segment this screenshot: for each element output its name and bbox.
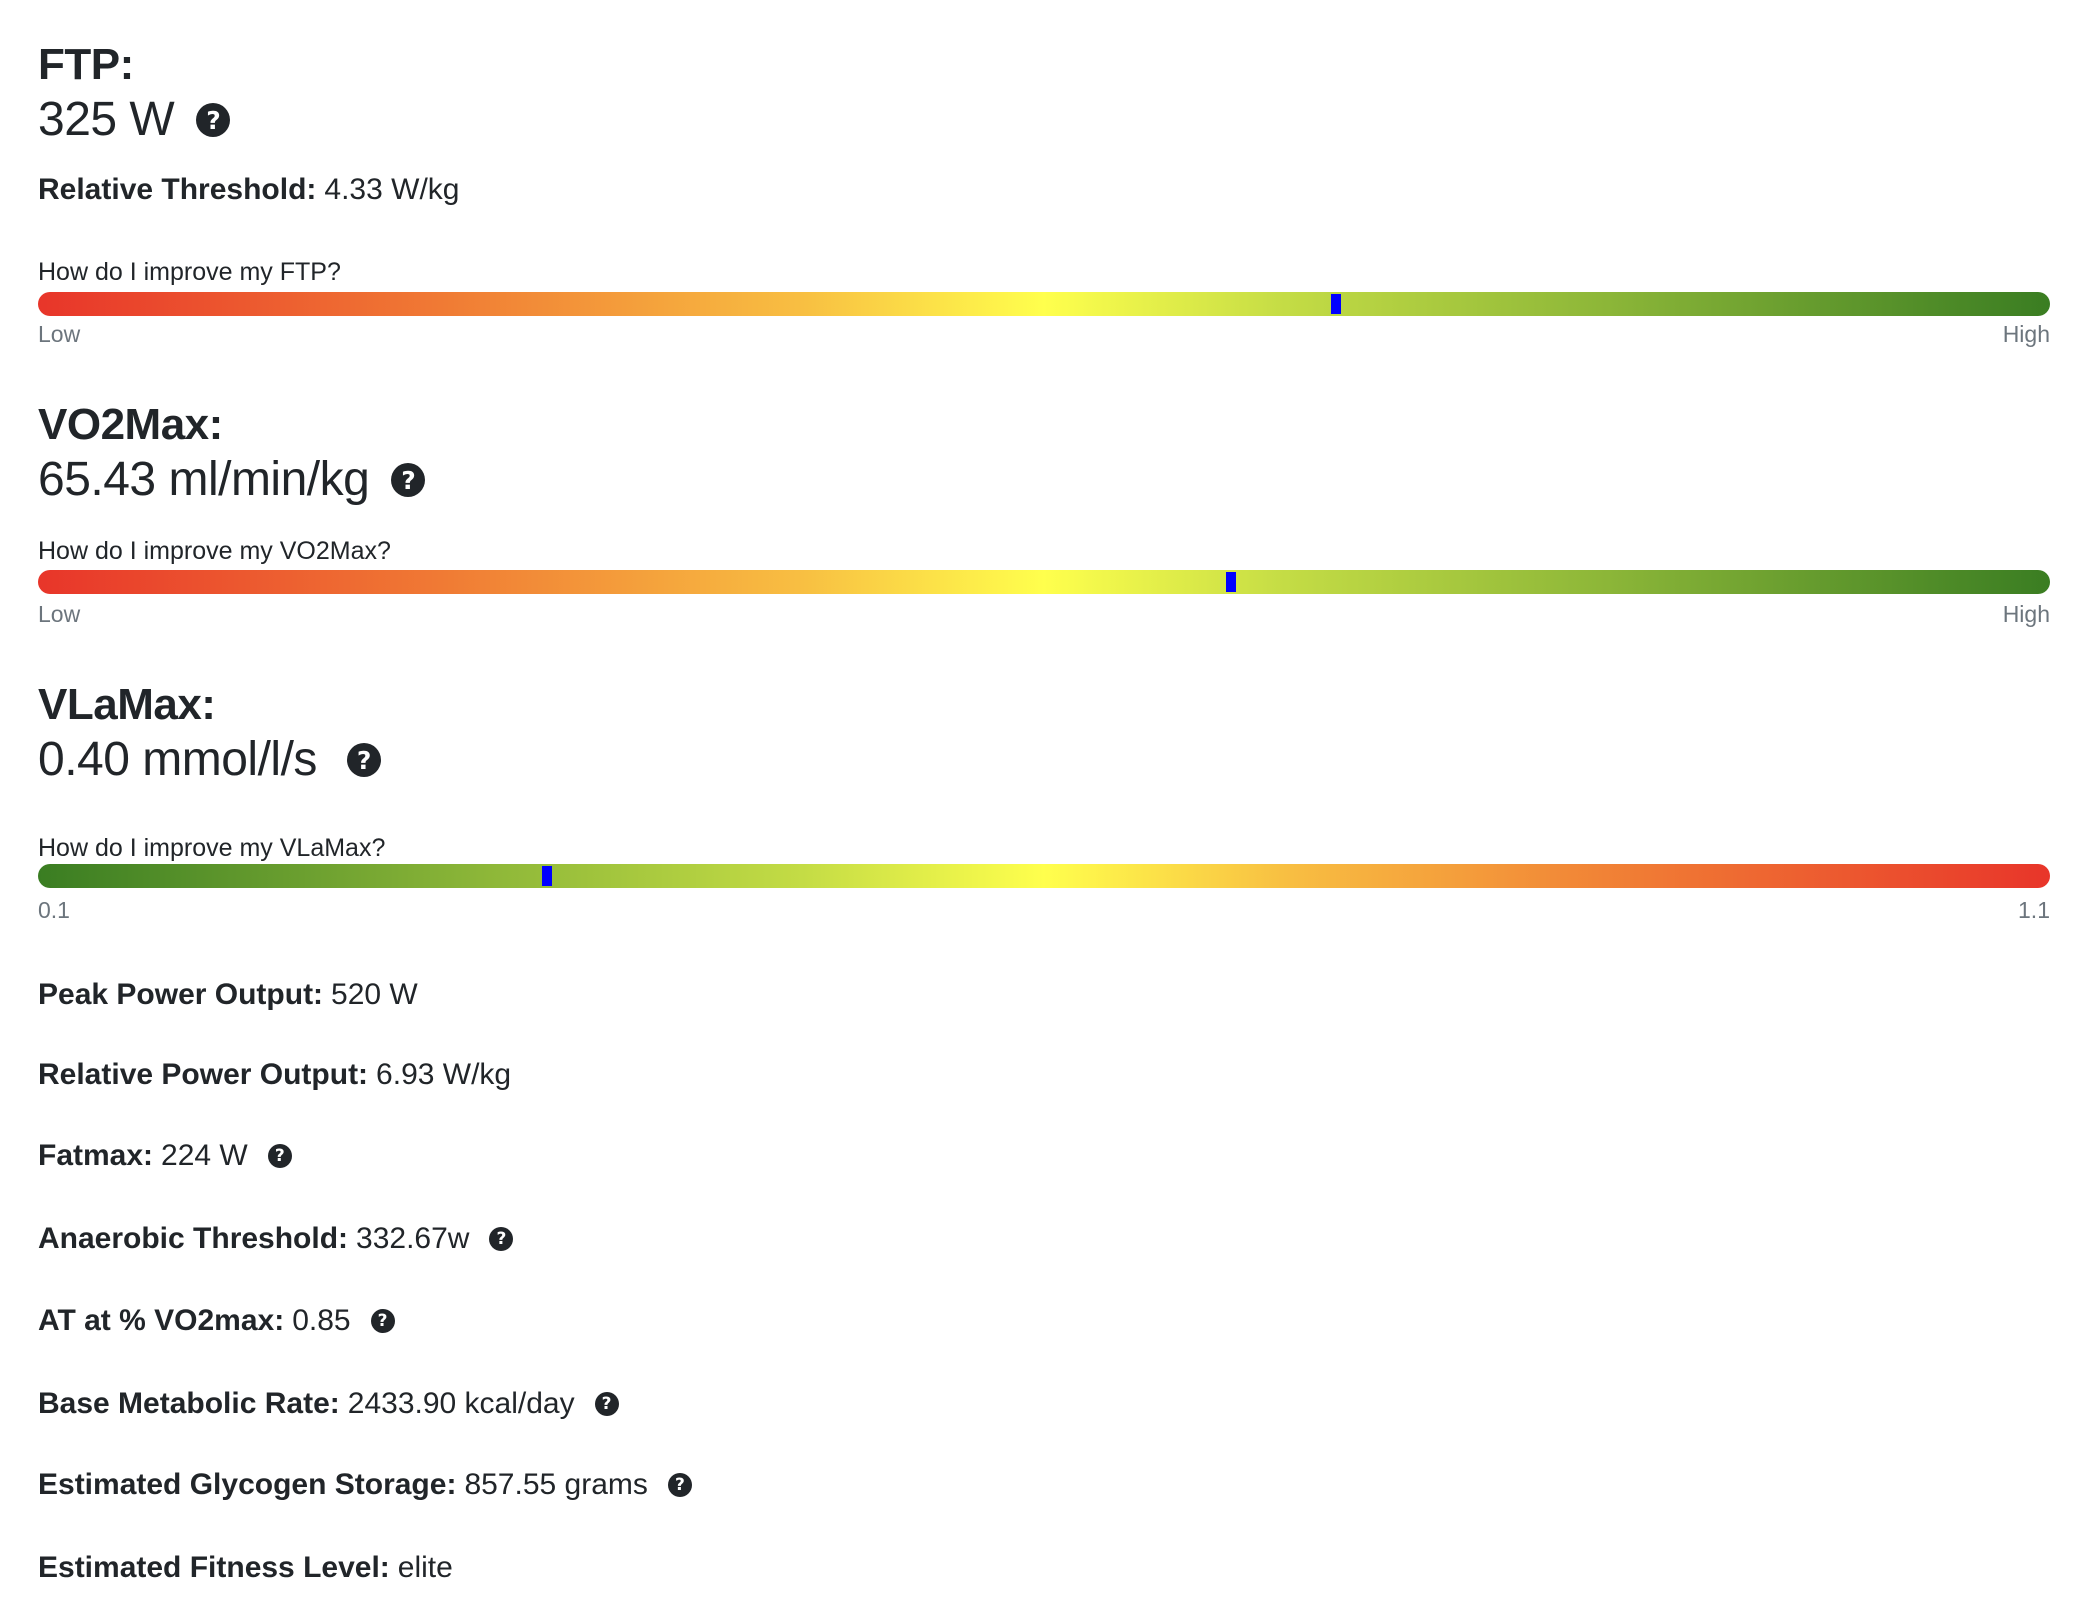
ftp-scale-bar: [38, 292, 2050, 316]
stat-row: Relative Power Output: 6.93 W/kg: [38, 1060, 511, 1090]
vo2max-scale-min: Low: [38, 601, 81, 627]
stat-value: 857.55 grams: [464, 1468, 648, 1501]
vlamax-value-row: 0.40 mmol/l/s ?: [38, 736, 381, 784]
relative-threshold-label: Relative Threshold:: [38, 173, 317, 206]
vo2max-value: 65.43 ml/min/kg: [38, 453, 370, 506]
stat-row: Estimated Glycogen Storage: 857.55 grams?: [38, 1470, 692, 1500]
question-circle-icon[interactable]: ?: [267, 1144, 292, 1168]
stat-value: 224 W: [161, 1139, 248, 1172]
stat-label: Anaerobic Threshold:: [38, 1222, 349, 1255]
stat-value: 6.93 W/kg: [376, 1058, 512, 1091]
ftp-scale-max: High: [2002, 321, 2050, 347]
stat-value: 332.67w: [356, 1222, 470, 1255]
question-circle-icon[interactable]: ?: [667, 1473, 692, 1497]
vlamax-marker: [542, 866, 553, 886]
question-circle-icon[interactable]: ?: [346, 743, 381, 777]
vo2max-scale-bar: [38, 570, 2050, 594]
vlamax-scale-max: 1.1: [2018, 897, 2050, 923]
stat-row: Fatmax: 224 W?: [38, 1141, 292, 1171]
stat-row: AT at % VO2max: 0.85?: [38, 1306, 395, 1336]
stat-row: Estimated Fitness Level: elite: [38, 1553, 453, 1583]
stat-value: 0.85: [292, 1304, 351, 1337]
stat-label: Fatmax:: [38, 1139, 154, 1172]
ftp-marker: [1330, 294, 1341, 314]
relative-threshold-value: 4.33 W/kg: [324, 173, 460, 206]
improve-ftp-link[interactable]: How do I improve my FTP?: [38, 260, 341, 285]
stat-label: Peak Power Output:: [38, 978, 324, 1011]
stat-label: AT at % VO2max:: [38, 1304, 285, 1337]
vo2max-value-row: 65.43 ml/min/kg ?: [38, 453, 426, 506]
question-circle-icon[interactable]: ?: [391, 463, 426, 497]
stat-row: Anaerobic Threshold: 332.67w?: [38, 1222, 514, 1255]
vlamax-value: 0.40 mmol/l/s: [38, 733, 317, 786]
question-circle-icon[interactable]: ?: [594, 1392, 619, 1416]
stat-label: Estimated Glycogen Storage:: [38, 1468, 457, 1501]
question-circle-icon[interactable]: ?: [370, 1309, 395, 1333]
vlamax-title: VLaMax:: [38, 680, 216, 729]
stat-value: elite: [397, 1551, 453, 1584]
question-circle-icon[interactable]: ?: [489, 1227, 514, 1251]
stat-value: 520 W: [331, 978, 418, 1011]
ftp-scale-min: Low: [38, 321, 81, 347]
relative-threshold: Relative Threshold: 4.33 W/kg: [38, 175, 459, 205]
stat-row: Peak Power Output: 520 W: [38, 980, 418, 1010]
stat-label: Estimated Fitness Level:: [38, 1551, 390, 1584]
ftp-value: 325 W: [38, 93, 175, 146]
stat-label: Base Metabolic Rate:: [38, 1387, 340, 1420]
stat-row: Base Metabolic Rate: 2433.90 kcal/day?: [38, 1389, 619, 1419]
ftp-title: FTP:: [38, 40, 134, 89]
vo2max-scale-max: High: [2002, 601, 2050, 627]
stat-label: Relative Power Output:: [38, 1058, 369, 1091]
improve-vlamax-link[interactable]: How do I improve my VLaMax?: [38, 836, 385, 861]
vo2max-title: VO2Max:: [38, 400, 223, 449]
ftp-value-row: 325 W ?: [38, 93, 231, 146]
vlamax-scale-min: 0.1: [38, 897, 70, 923]
question-circle-icon[interactable]: ?: [196, 103, 231, 137]
stat-value: 2433.90 kcal/day: [347, 1387, 575, 1420]
improve-vo2max-link[interactable]: How do I improve my VO2Max?: [38, 539, 391, 564]
vo2max-marker: [1226, 572, 1237, 592]
vlamax-scale-bar: [38, 864, 2050, 888]
